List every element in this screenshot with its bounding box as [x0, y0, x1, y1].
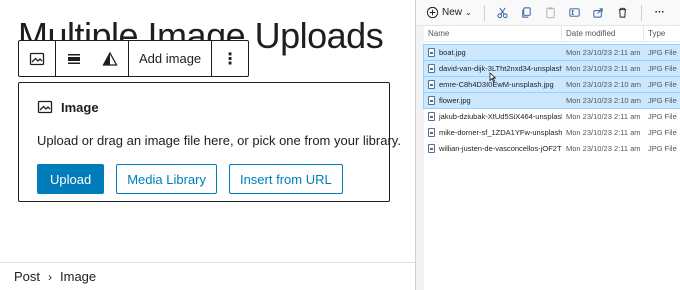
file-type: JPG File [648, 112, 677, 121]
file-date: Mon 23/10/23 2:11 am [566, 128, 641, 137]
block-toolbar: Add image ⋮ [18, 40, 250, 77]
file-type: JPG File [648, 96, 677, 105]
file-date: Mon 23/10/23 2:11 am [566, 144, 641, 153]
file-type: JPG File [648, 48, 677, 57]
rename-button[interactable] [565, 2, 585, 24]
new-button[interactable]: New ⌄ [422, 2, 476, 24]
add-image-group: Add image [129, 41, 213, 76]
image-icon [37, 100, 53, 114]
breadcrumb: Post › Image [0, 262, 415, 290]
breadcrumb-item-image[interactable]: Image [60, 269, 96, 284]
block-header: Image [37, 99, 371, 115]
copy-button[interactable] [517, 2, 537, 24]
options-group: ⋮ [212, 41, 248, 76]
image-file-icon [428, 112, 435, 121]
add-image-button[interactable]: Add image [129, 41, 211, 76]
insert-from-url-button[interactable]: Insert from URL [228, 164, 343, 194]
file-row[interactable]: jakub-dziubak-XtUd5SiX464-unsplash.jpg M… [424, 109, 680, 124]
image-file-icon [428, 80, 435, 89]
paste-button[interactable] [541, 2, 561, 24]
block-editor: Multiple Image Uploads Add image ⋮ Image… [0, 0, 415, 290]
file-name: david-van-dijk-3LTht2nxd34-unsplash.jpg [439, 64, 562, 73]
block-instructions: Upload or drag an image file here, or pi… [37, 133, 401, 148]
column-header-name[interactable]: Name [424, 26, 562, 41]
file-row[interactable]: david-van-dijk-3LTht2nxd34-unsplash.jpg … [423, 60, 680, 77]
file-date: Mon 23/10/23 2:10 am [566, 80, 642, 89]
file-date: Mon 23/10/23 2:11 am [566, 112, 641, 121]
file-type: JPG File [648, 144, 677, 153]
image-file-icon [428, 144, 435, 153]
image-placeholder-block[interactable]: Image Upload or drag an image file here,… [18, 82, 401, 202]
image-file-icon [428, 48, 435, 57]
delete-button[interactable] [613, 2, 633, 24]
scissors-icon [497, 7, 508, 19]
image-icon [29, 52, 45, 65]
image-file-icon [428, 64, 435, 73]
copy-icon [522, 7, 531, 18]
file-name: jakub-dziubak-XtUd5SiX464-unsplash.jpg [439, 112, 562, 121]
file-name: flower.jpg [439, 96, 471, 105]
more-options-button[interactable]: ··· [650, 2, 670, 24]
chevron-right-icon: › [48, 269, 53, 284]
explorer-toolbar: New ⌄ ··· [416, 0, 680, 26]
share-icon [593, 8, 603, 18]
toolbar-divider [640, 4, 642, 21]
duotone-icon [102, 51, 118, 66]
block-title: Image [61, 99, 99, 115]
file-row[interactable]: willian-justen-de-vasconcellos-jOF2TFSN.… [424, 141, 680, 156]
paste-icon [546, 7, 555, 19]
upload-button[interactable]: Upload [37, 164, 105, 194]
align-icon [68, 53, 80, 64]
file-rows: boat.jpg Mon 23/10/23 2:11 am JPG File d… [423, 42, 680, 156]
file-name: boat.jpg [439, 48, 466, 57]
toolbar-divider [483, 4, 485, 21]
file-row[interactable]: boat.jpg Mon 23/10/23 2:11 am JPG File [423, 44, 680, 61]
file-row[interactable]: flower.jpg Mon 23/10/23 2:10 am JPG File [423, 92, 680, 109]
cut-button[interactable] [493, 2, 513, 24]
file-list-header: Name Date modified Type [424, 26, 680, 42]
new-label: New [442, 7, 463, 18]
align-button[interactable] [56, 41, 92, 76]
media-library-button[interactable]: Media Library [116, 164, 217, 194]
file-name: willian-justen-de-vasconcellos-jOF2TFSN.… [439, 144, 562, 153]
file-date: Mon 23/10/23 2:11 am [566, 48, 641, 57]
column-header-date[interactable]: Date modified [562, 26, 644, 41]
column-header-type[interactable]: Type [644, 26, 680, 41]
more-options-icon[interactable]: ⋮ [212, 41, 248, 76]
block-type-group [19, 41, 56, 76]
file-date: Mon 23/10/23 2:11 am [566, 64, 641, 73]
alignment-group [56, 41, 129, 76]
file-type: JPG File [648, 128, 677, 137]
block-actions: Upload Media Library Insert from URL [37, 164, 371, 194]
trash-icon [619, 7, 627, 18]
image-file-icon [428, 96, 435, 105]
mouse-cursor-icon [489, 72, 497, 82]
share-button[interactable] [589, 2, 609, 24]
file-type: JPG File [648, 80, 677, 89]
chevron-down-icon: ⌄ [465, 8, 472, 17]
file-name: mike-dorner-sf_1ZDA1YFw-unsplash.jpg [439, 128, 562, 137]
file-explorer: New ⌄ ··· Name Date modified Type boat.j… [415, 0, 680, 290]
rename-icon [569, 8, 580, 17]
breadcrumb-item-post[interactable]: Post [14, 269, 40, 284]
file-row[interactable]: emre-C8h4D3I0EwM-unsplash.jpg Mon 23/10/… [423, 76, 680, 93]
file-type: JPG File [648, 64, 677, 73]
filter-button[interactable] [92, 41, 128, 76]
plus-circle-icon [426, 6, 439, 19]
image-block-icon[interactable] [19, 41, 55, 76]
file-row[interactable]: mike-dorner-sf_1ZDA1YFw-unsplash.jpg Mon… [424, 125, 680, 140]
file-list: Name Date modified Type boat.jpg Mon 23/… [423, 26, 680, 290]
image-file-icon [428, 128, 435, 137]
file-date: Mon 23/10/23 2:10 am [566, 96, 642, 105]
